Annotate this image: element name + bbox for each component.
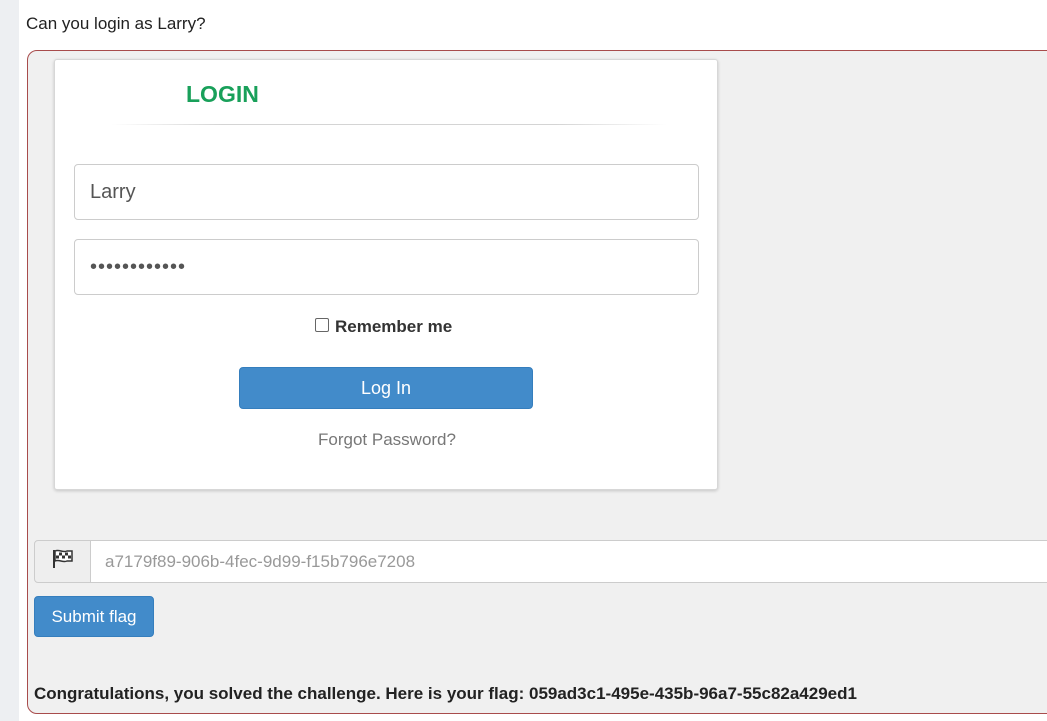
challenge-frame: LOGIN Larry •••••••••••• Remember me Log… [27, 50, 1047, 714]
title-divider [111, 124, 667, 125]
flag-icon [51, 549, 75, 574]
username-field[interactable]: Larry [74, 164, 699, 220]
login-card: LOGIN Larry •••••••••••• Remember me Log… [54, 59, 718, 490]
remember-me[interactable]: Remember me [315, 317, 452, 337]
remember-me-label: Remember me [335, 317, 453, 336]
challenge-question: Can you login as Larry? [26, 14, 206, 33]
flag-input-group: a7179f89-906b-4fec-9d99-f15b796e7208 [34, 540, 1047, 583]
flag-input[interactable]: a7179f89-906b-4fec-9d99-f15b796e7208 [91, 540, 1047, 583]
submit-flag-button[interactable]: Submit flag [34, 596, 154, 637]
login-title: LOGIN [186, 81, 259, 107]
flag-addon [34, 540, 91, 583]
remember-me-checkbox[interactable] [315, 318, 329, 332]
forgot-password-link[interactable]: Forgot Password? [55, 430, 719, 450]
left-margin-strip [0, 0, 19, 721]
login-button[interactable]: Log In [239, 367, 533, 409]
success-message: Congratulations, you solved the challeng… [34, 684, 857, 703]
password-field[interactable]: •••••••••••• [74, 239, 699, 295]
